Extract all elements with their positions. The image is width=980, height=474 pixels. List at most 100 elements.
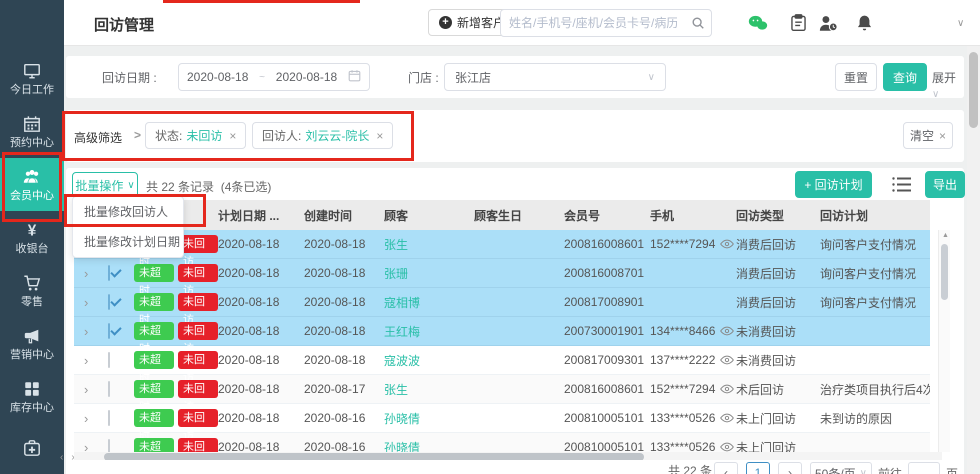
- list-view-icon[interactable]: [892, 176, 912, 194]
- status-badge-not-overdue: 未超时: [134, 322, 174, 340]
- status-badge-not-overdue: 未超时: [134, 264, 174, 282]
- dropdown-item-1[interactable]: 批量修改计划日期: [73, 227, 183, 257]
- store-select[interactable]: 张江店 ∨: [444, 63, 666, 91]
- cart-icon: [23, 273, 41, 293]
- goto-page-input[interactable]: [908, 462, 940, 474]
- expand-row-icon[interactable]: ›: [74, 411, 100, 426]
- worklist-icon[interactable]: [788, 13, 808, 33]
- cell-customer-link[interactable]: 孙晓倩: [384, 410, 474, 427]
- close-icon[interactable]: ×: [229, 129, 236, 143]
- table-row[interactable]: ›未超时未回访2020-08-182020-08-17张生20081600860…: [74, 375, 930, 404]
- eye-icon[interactable]: [720, 326, 734, 336]
- cell-plan-date: 2020-08-18: [218, 353, 304, 367]
- expand-row-icon[interactable]: ›: [74, 382, 100, 397]
- cell-create-date: 2020-08-18: [304, 266, 384, 280]
- topbar-collapse-chevron-icon[interactable]: ∨: [957, 18, 964, 29]
- cell-customer-link[interactable]: 寇波波: [384, 352, 474, 369]
- status-badges: 未超时未回访: [134, 351, 218, 369]
- status-badge-not-visited: 未回访: [178, 380, 218, 398]
- expand-row-icon[interactable]: ›: [74, 266, 100, 281]
- eye-icon[interactable]: [720, 239, 734, 249]
- row-checkbox[interactable]: [108, 294, 110, 310]
- cell-visit-plan: 询问客户支付情况: [820, 294, 930, 311]
- cell-customer-link[interactable]: 张生: [384, 381, 474, 398]
- svg-text:¥: ¥: [28, 222, 37, 239]
- row-checkbox[interactable]: [108, 381, 110, 397]
- cell-customer-link[interactable]: 张生: [384, 236, 474, 253]
- cell-visit-type: 未上门回访: [736, 410, 820, 427]
- page-size-select[interactable]: 50条/页∨: [810, 462, 872, 474]
- medkit-icon: [23, 438, 41, 458]
- cell-phone: 134****8466: [650, 324, 736, 338]
- clear-filters-button[interactable]: 清空 ×: [903, 122, 953, 149]
- table-card: 批量操作 ∨ 共 22 条记录 (4条已选) + 回访计划 导出 计划日期 ..…: [66, 168, 964, 474]
- reset-button[interactable]: 重置: [835, 63, 877, 91]
- scrollbar-thumb[interactable]: [941, 244, 948, 300]
- chevron-down-icon: ∨: [127, 180, 134, 191]
- current-page-button[interactable]: 1: [746, 462, 770, 474]
- bell-icon[interactable]: [854, 13, 874, 33]
- visit-plan-button[interactable]: + 回访计划: [795, 171, 872, 198]
- cell-create-date: 2020-08-18: [304, 353, 384, 367]
- cell-plan-date: 2020-08-18: [218, 382, 304, 396]
- cell-customer-link[interactable]: 张珊: [384, 265, 474, 282]
- next-page-button[interactable]: ›: [778, 462, 802, 474]
- table-row[interactable]: ›未超时未回访2020-08-182020-08-18张珊20081600870…: [74, 259, 930, 288]
- visit-date-label: 回访日期 :: [102, 69, 157, 86]
- advanced-filter-label[interactable]: 高级筛选: [74, 129, 122, 146]
- close-icon[interactable]: ×: [376, 129, 383, 143]
- date-range-picker[interactable]: 2020-08-18 ~ 2020-08-18: [178, 63, 370, 91]
- chevron-down-icon: ∨: [932, 89, 939, 100]
- table-row[interactable]: ›未超时未回访2020-08-182020-08-18张生20081600860…: [74, 230, 930, 259]
- column-header: 顾客生日: [474, 207, 564, 224]
- eye-icon[interactable]: [720, 413, 734, 423]
- scroll-up-icon[interactable]: ▲: [942, 232, 949, 239]
- sidebar-item-members[interactable]: 会员中心: [0, 158, 64, 211]
- table-row[interactable]: ›未超时未回访2020-08-182020-08-18王红梅2007300019…: [74, 317, 930, 346]
- sidebar-item-today-work[interactable]: 今日工作: [0, 52, 64, 105]
- table-row[interactable]: ›未超时未回访2020-08-182020-08-16孙晓倩2008100051…: [74, 404, 930, 433]
- cell-plan-date: 2020-08-18: [218, 237, 304, 251]
- scrollbar-thumb[interactable]: [969, 52, 978, 128]
- table-vertical-scrollbar[interactable]: ▲: [938, 230, 950, 452]
- sidebar-item-medical[interactable]: [0, 423, 64, 474]
- eye-icon[interactable]: [720, 442, 734, 452]
- sidebar-item-marketing[interactable]: 营销中心: [0, 317, 64, 370]
- table-row[interactable]: ›未超时未回访2020-08-182020-08-18寇相博2008170089…: [74, 288, 930, 317]
- search-icon[interactable]: [685, 16, 711, 30]
- eye-icon[interactable]: [720, 355, 734, 365]
- wechat-icon[interactable]: [748, 13, 768, 33]
- sidebar-item-booking[interactable]: 预约中心: [0, 105, 64, 158]
- eye-icon[interactable]: [720, 384, 734, 394]
- customers-icon[interactable]: [818, 13, 838, 33]
- row-checkbox[interactable]: [108, 410, 110, 426]
- prev-page-button[interactable]: ‹: [714, 462, 738, 474]
- sidebar-item-retail[interactable]: 零售: [0, 264, 64, 317]
- cell-visit-type: 消费后回访: [736, 265, 820, 282]
- sidebar-item-cashier[interactable]: ¥收银台: [0, 211, 64, 264]
- expand-row-icon[interactable]: ›: [74, 353, 100, 368]
- expand-row-icon[interactable]: ›: [74, 295, 100, 310]
- expand-toggle[interactable]: 展开 ∨: [932, 69, 964, 100]
- megaphone-icon: [23, 326, 41, 346]
- yen-icon: ¥: [23, 220, 41, 240]
- status-badge-not-overdue: 未超时: [134, 293, 174, 311]
- row-checkbox[interactable]: [108, 265, 110, 281]
- table-row[interactable]: ›未超时未回访2020-08-182020-08-18寇波波2008170093…: [74, 346, 930, 375]
- column-header: 回访类型: [736, 207, 820, 224]
- query-button[interactable]: 查询: [883, 63, 927, 91]
- row-checkbox[interactable]: [108, 352, 110, 368]
- export-button[interactable]: 导出: [925, 171, 965, 198]
- search-input[interactable]: [501, 16, 685, 30]
- expand-row-icon[interactable]: ›: [74, 324, 100, 339]
- sidebar: 今日工作预约中心会员中心¥收银台零售营销中心库存中心: [0, 0, 64, 474]
- cell-visit-type: 未消费回访: [736, 323, 820, 340]
- page-vertical-scrollbar[interactable]: [967, 46, 980, 474]
- pagination: 共 22 条 ‹ 1 › 50条/页∨ 前往 页: [66, 460, 964, 474]
- cell-customer-link[interactable]: 寇相博: [384, 294, 474, 311]
- sidebar-item-inventory[interactable]: 库存中心: [0, 370, 64, 423]
- dropdown-item-0[interactable]: 批量修改回访人: [73, 197, 183, 227]
- row-checkbox[interactable]: [108, 323, 110, 339]
- cell-customer-link[interactable]: 王红梅: [384, 323, 474, 340]
- batch-actions-button[interactable]: 批量操作 ∨: [72, 172, 138, 198]
